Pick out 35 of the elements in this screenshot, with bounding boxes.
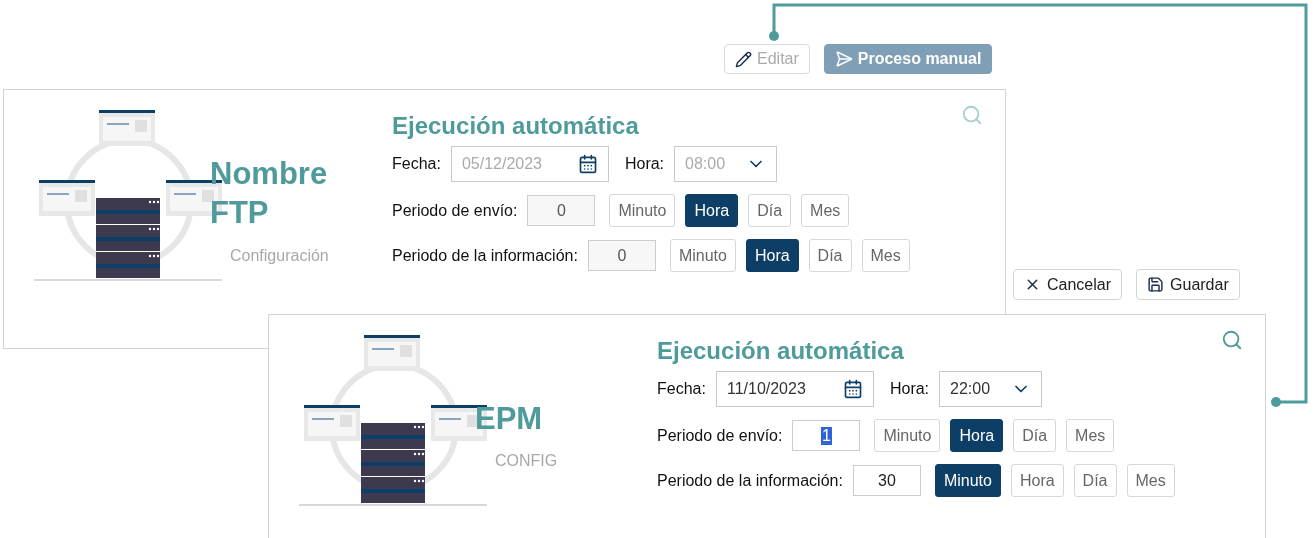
field-label: Hora: [889,380,930,398]
field-label: Periodo de la información: [392,246,578,265]
field-label: Fecha: [657,380,706,398]
connection-subtitle: Configuración [229,246,330,265]
unit-toggle[interactable]: Día [1013,419,1057,452]
connection-name: Nombre FTP [210,155,329,232]
section-title: Ejecución automática [657,337,905,365]
unit-toggle[interactable]: Minuto [934,464,1001,497]
unit-toggle[interactable]: Mes [1126,464,1175,497]
save-icon [1147,276,1165,293]
field-label: Periodo de envío: [657,426,783,445]
unit-toggle[interactable]: Hora [950,419,1004,452]
calendar-icon [577,154,598,174]
period-input[interactable]: 1 [792,420,861,451]
pencil-icon [735,50,752,68]
field-label: Periodo de envío: [392,201,518,220]
date-field[interactable]: 11/10/2023 [715,371,874,407]
field-label: Periodo de la información: [657,471,843,490]
send-icon [834,50,853,68]
period-input[interactable]: 30 [852,465,921,496]
connection-subtitle: CONFIG [494,452,559,471]
unit-toggle[interactable]: Hora [1010,464,1064,497]
action-button[interactable]: Guardar [1136,269,1240,300]
connection-name: EPM [475,399,544,438]
unit-toggle[interactable]: Día [1073,464,1117,497]
search-button[interactable] [1221,329,1243,351]
action-button[interactable]: Cancelar [1013,269,1123,300]
section-title: Ejecución automática [392,112,640,140]
unit-toggle[interactable]: Mes [1066,419,1115,452]
unit-toggle[interactable]: Minuto [874,419,941,452]
search-button[interactable] [961,104,983,126]
field-label: Hora: [624,155,665,173]
time-dropdown[interactable]: 22:00 [939,371,1043,407]
field-label: Fecha: [392,155,441,173]
calendar-icon [842,379,863,399]
